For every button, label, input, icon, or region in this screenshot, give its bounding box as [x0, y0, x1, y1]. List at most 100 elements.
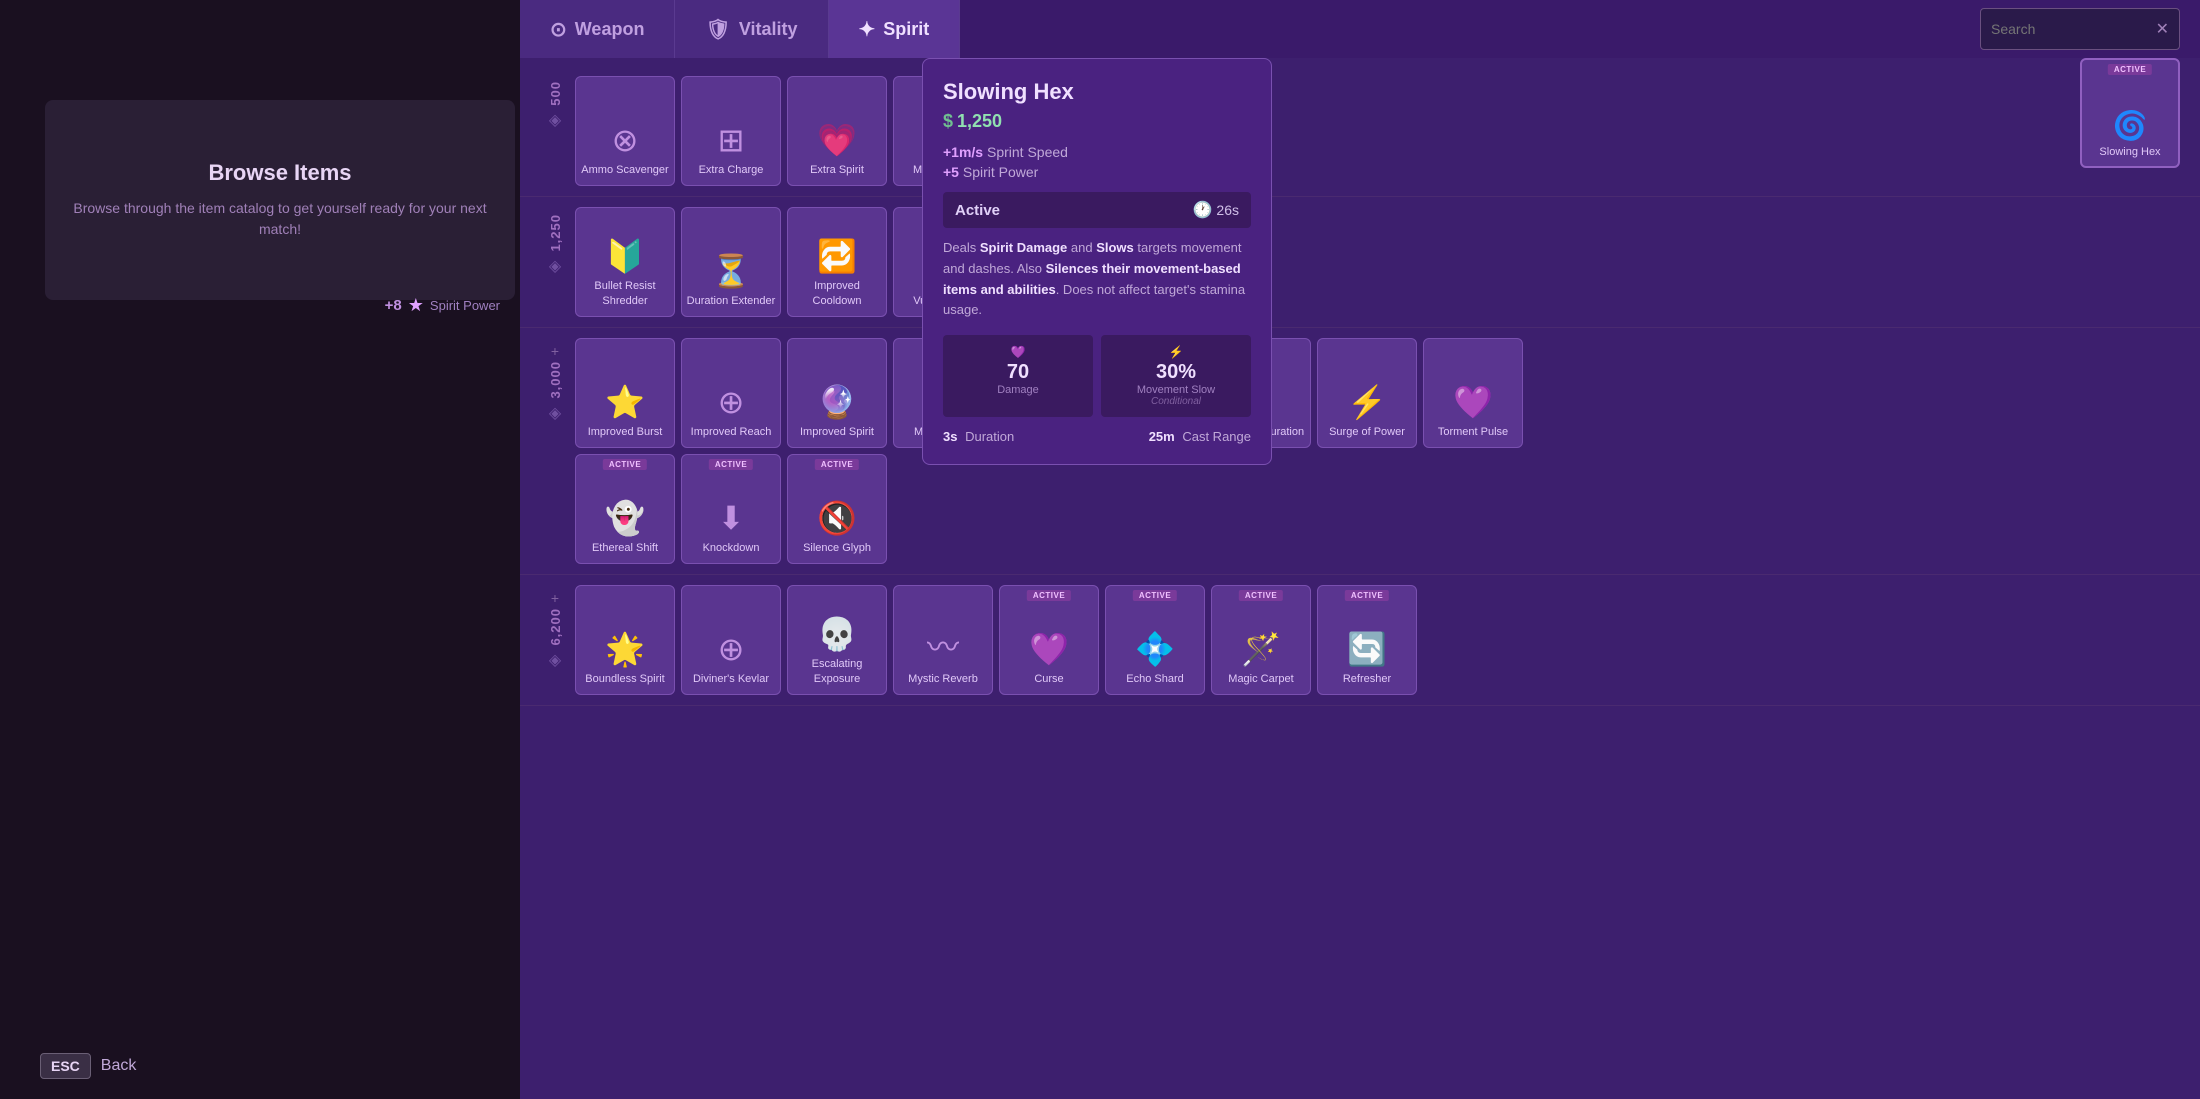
tier-500-label: 500 ◈ [535, 76, 575, 130]
ethereal-shift-icon: 👻 [605, 499, 645, 537]
tier-3000-section: + 3,000 ◈ ⭐ Improved Burst ⊕ Improved Re… [520, 328, 2200, 575]
damage-label: Damage [953, 384, 1083, 396]
ethereal-shift-name: Ethereal Shift [588, 541, 662, 555]
tooltip-stats: +1m/s Sprint Speed +5 Spirit Power [943, 144, 1251, 180]
weapon-icon: ⊙ [550, 17, 567, 42]
damage-icon: 💜 [953, 345, 1083, 359]
item-ammo-scavenger[interactable]: ⊗ Ammo Scavenger [575, 76, 675, 186]
tab-vitality-label: Vitality [739, 19, 798, 40]
magic-carpet-icon: 🪄 [1241, 630, 1281, 668]
item-knockdown[interactable]: ACTIVE ⬇ Knockdown [681, 454, 781, 564]
browse-items-panel: Browse Items Browse through the item cat… [45, 100, 515, 300]
duration-value: 3s [943, 429, 957, 444]
escalating-exposure-name: Escalating Exposure [788, 657, 886, 686]
stat-box-damage: 💜 70 Damage [943, 335, 1093, 417]
footer-range: 25m Cast Range [1149, 429, 1251, 444]
spirit-icon: ✦ [859, 17, 876, 42]
item-improved-spirit[interactable]: 🔮 Improved Spirit [787, 338, 887, 448]
tier-6200-plus: + [551, 590, 559, 606]
tier-1250-price: 1,250 [548, 214, 563, 252]
item-extra-charge[interactable]: ⊞ Extra Charge [681, 76, 781, 186]
tier-500-section: 500 ◈ ⊗ Ammo Scavenger ⊞ Extra Charge 💗 … [520, 66, 2200, 197]
item-torment-pulse[interactable]: 💜 Torment Pulse [1423, 338, 1523, 448]
cooldown-value: 26s [1216, 202, 1239, 218]
tier-3000-row2: ACTIVE 👻 Ethereal Shift ACTIVE ⬇ Knockdo… [575, 454, 1523, 564]
tier-6200-label: + 6,200 ◈ [535, 585, 575, 670]
improved-burst-name: Improved Burst [584, 425, 667, 439]
close-icon[interactable]: ✕ [2156, 19, 2169, 39]
tooltip-price-value: 1,250 [957, 111, 1002, 132]
improved-spirit-name: Improved Spirit [796, 425, 878, 439]
improved-burst-icon: ⭐ [605, 383, 645, 421]
tooltip-stats-grid: 💜 70 Damage ⚡ 30% Movement Slow Conditio… [943, 335, 1251, 417]
item-escalating-exposure[interactable]: 💀 Escalating Exposure [787, 585, 887, 695]
curse-name: Curse [1030, 672, 1067, 686]
stat-box-slow: ⚡ 30% Movement Slow Conditional [1101, 335, 1251, 417]
item-improved-cooldown[interactable]: 🔁 Improved Cooldown [787, 207, 887, 317]
slow-icon: ⚡ [1111, 345, 1241, 359]
bullet-resist-icon: 🔰 [605, 237, 645, 275]
improved-cooldown-icon: 🔁 [817, 237, 857, 275]
range-label: Cast Range [1182, 429, 1251, 444]
echo-shard-name: Echo Shard [1122, 672, 1187, 686]
item-boundless-spirit[interactable]: 🌟 Boundless Spirit [575, 585, 675, 695]
tooltip-footer: 3s Duration 25m Cast Range [943, 429, 1251, 444]
back-label[interactable]: Back [101, 1057, 137, 1075]
refresher-name: Refresher [1339, 672, 1395, 686]
tier-500-price: 500 [548, 81, 563, 106]
duration-extender-name: Duration Extender [683, 294, 780, 308]
item-duration-extender[interactable]: ⏳ Duration Extender [681, 207, 781, 317]
item-mystic-reverb[interactable]: 〰 Mystic Reverb [893, 585, 993, 695]
tab-spirit[interactable]: ✦ Spirit [829, 0, 961, 58]
tier-6200-section: + 6,200 ◈ 🌟 Boundless Spirit ⊕ Diviner's… [520, 575, 2200, 706]
tier-3000-plus: + [551, 343, 559, 359]
extra-charge-name: Extra Charge [695, 163, 768, 177]
item-magic-carpet[interactable]: ACTIVE 🪄 Magic Carpet [1211, 585, 1311, 695]
boundless-spirit-icon: 🌟 [605, 630, 645, 668]
esc-bar: ESC Back [40, 1053, 136, 1079]
tier-1250-cards: 🔰 Bullet Resist Shredder ⏳ Duration Exte… [575, 207, 2185, 317]
magic-carpet-active: ACTIVE [1239, 590, 1283, 601]
stat-0-label: Sprint Speed [987, 144, 1068, 160]
esc-key[interactable]: ESC [40, 1053, 91, 1079]
item-refresher[interactable]: ACTIVE 🔄 Refresher [1317, 585, 1417, 695]
tab-vitality[interactable]: 🛡 Vitality [675, 0, 828, 58]
item-diviners-kevlar[interactable]: ⊕ Diviner's Kevlar [681, 585, 781, 695]
boundless-spirit-name: Boundless Spirit [581, 672, 669, 686]
active-label: Active [955, 202, 1000, 219]
ethereal-shift-active: ACTIVE [603, 459, 647, 470]
tooltip-description: Deals Spirit Damage and Slows targets mo… [943, 238, 1251, 321]
mystic-reverb-name: Mystic Reverb [904, 672, 982, 686]
item-improved-burst[interactable]: ⭐ Improved Burst [575, 338, 675, 448]
item-echo-shard[interactable]: ACTIVE 💠 Echo Shard [1105, 585, 1205, 695]
item-curse[interactable]: ACTIVE 💜 Curse [999, 585, 1099, 695]
silence-glyph-active: ACTIVE [815, 459, 859, 470]
tab-weapon[interactable]: ⊙ Weapon [520, 0, 675, 58]
improved-spirit-icon: 🔮 [817, 383, 857, 421]
tab-spirit-label: Spirit [883, 19, 929, 40]
search-bar[interactable]: ✕ [1980, 8, 2180, 50]
item-silence-glyph[interactable]: ACTIVE 🔇 Silence Glyph [787, 454, 887, 564]
damage-value: 70 [953, 361, 1083, 384]
echo-shard-icon: 💠 [1135, 630, 1175, 668]
item-extra-spirit[interactable]: 💗 Extra Spirit [787, 76, 887, 186]
bullet-resist-name: Bullet Resist Shredder [576, 279, 674, 308]
item-surge-of-power[interactable]: ⚡ Surge of Power [1317, 338, 1417, 448]
item-improved-reach[interactable]: ⊕ Improved Reach [681, 338, 781, 448]
tooltip-price: $ 1,250 [943, 111, 1251, 132]
items-area: 500 ◈ ⊗ Ammo Scavenger ⊞ Extra Charge 💗 … [520, 58, 2200, 1099]
ammo-scavenger-icon: ⊗ [612, 121, 639, 159]
knockdown-icon: ⬇ [718, 499, 745, 537]
tier-500-cards: ⊗ Ammo Scavenger ⊞ Extra Charge 💗 Extra … [575, 76, 2185, 186]
extra-spirit-name: Extra Spirit [806, 163, 868, 177]
slow-sub: Conditional [1111, 396, 1241, 407]
search-input[interactable] [1991, 21, 2148, 37]
star-icon: ★ [408, 295, 424, 316]
item-ethereal-shift[interactable]: ACTIVE 👻 Ethereal Shift [575, 454, 675, 564]
tier-6200-cards: 🌟 Boundless Spirit ⊕ Diviner's Kevlar 💀 … [575, 585, 2185, 695]
browse-description: Browse through the item catalog to get y… [65, 198, 495, 240]
item-bullet-resist-shredder[interactable]: 🔰 Bullet Resist Shredder [575, 207, 675, 317]
duration-label: Duration [965, 429, 1014, 444]
curse-icon: 💜 [1029, 630, 1069, 668]
slow-label: Movement Slow [1111, 384, 1241, 396]
